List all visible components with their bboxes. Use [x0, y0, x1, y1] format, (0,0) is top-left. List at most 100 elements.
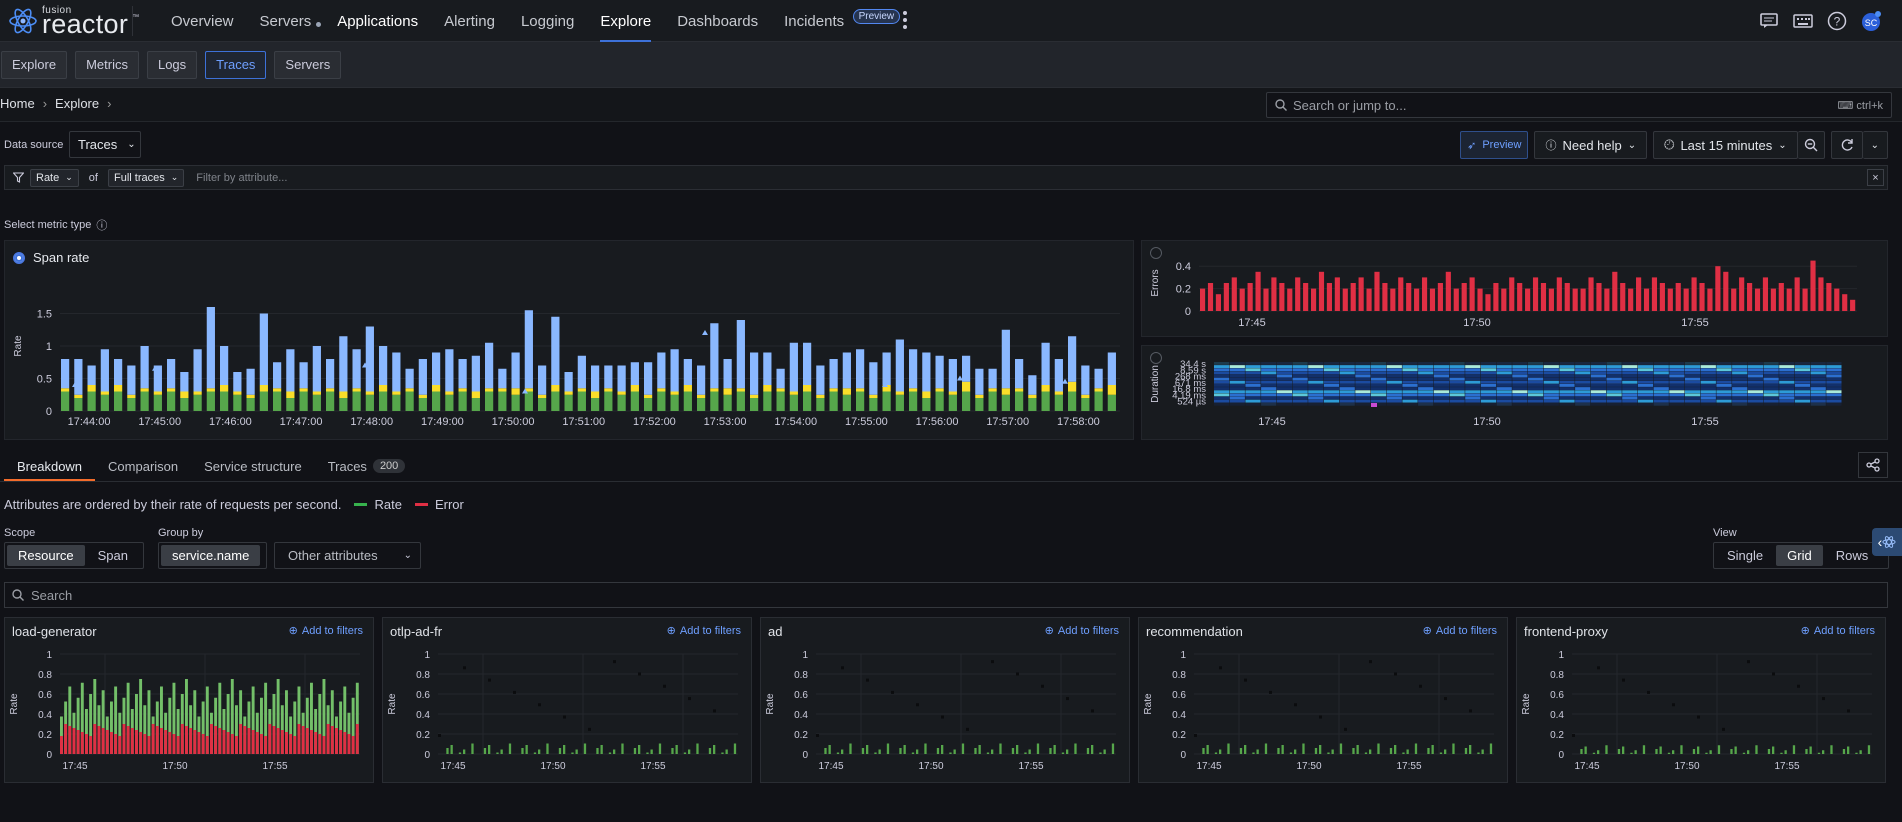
nav-overview[interactable]: Overview: [158, 0, 247, 42]
logo[interactable]: fusion reactor ™: [8, 4, 139, 39]
bar: [74, 394, 83, 398]
datasource-select[interactable]: Traces ⌄: [69, 131, 141, 158]
help-icon[interactable]: ?: [1826, 10, 1848, 32]
service-card-otlp-ad-fr[interactable]: otlp-ad-fr ⊕ Add to filters 0 0.2 0.4 0.6 0.8 1 R…: [382, 617, 752, 783]
add-to-filters-button[interactable]: ⊕ Add to filters: [1801, 624, 1875, 638]
nav-dashboards[interactable]: Dashboards: [664, 0, 771, 42]
bar: [1675, 283, 1681, 311]
service-card-ad[interactable]: ad ⊕ Add to filters 0 0.2 0.4 0.6 0.8 1 Rate 17:45…: [760, 617, 1130, 783]
bar: [289, 734, 293, 754]
tab-service-structure[interactable]: Service structure: [191, 452, 315, 480]
heatmap-cell: [1323, 399, 1340, 403]
zoom-out-button[interactable]: [1797, 131, 1825, 159]
metric-select[interactable]: Rate ⌄: [30, 168, 79, 187]
side-panel-toggle[interactable]: ‹: [1872, 528, 1902, 556]
group-by-service-name[interactable]: service.name: [161, 545, 261, 566]
span-rate-radio[interactable]: Span rate: [13, 250, 89, 265]
service-card-title: frontend-proxy: [1524, 624, 1608, 639]
bar: [829, 359, 838, 389]
view-grid[interactable]: Grid: [1776, 545, 1823, 566]
add-to-filters-button[interactable]: ⊕ Add to filters: [1045, 624, 1119, 638]
x-tick-label: 17:48:00: [350, 416, 393, 428]
subnav-servers[interactable]: Servers: [274, 50, 342, 79]
heatmap-cell: [1480, 390, 1497, 394]
close-icon[interactable]: ×: [1867, 169, 1884, 186]
x-tick-label: 17:55: [262, 761, 287, 772]
bar: [521, 748, 524, 754]
errors-panel[interactable]: 0 0.2 0.4 Errors 17:45 17:50 17:55: [1141, 240, 1888, 337]
tab-breakdown[interactable]: Breakdown: [4, 452, 96, 482]
bar: [280, 730, 284, 754]
bar: [591, 391, 600, 398]
bar: [1421, 277, 1428, 311]
grid-search-input[interactable]: Search: [4, 582, 1888, 608]
share-button[interactable]: [1858, 452, 1888, 478]
duration-panel[interactable]: 34.4 s 8.59 s 268 ms 671 ms 16.8 ms 4.19 ms 52…: [1141, 345, 1888, 440]
trace-scope-select[interactable]: Full traces ⌄: [107, 168, 185, 187]
nav-explore[interactable]: Explore: [587, 0, 664, 42]
service-card-frontend-proxy[interactable]: frontend-proxy ⊕ Add to filters 0 0.2 0.4 0.6 0…: [1516, 617, 1886, 783]
filter-input[interactable]: Filter by attribute...: [196, 172, 287, 184]
add-to-filters-button[interactable]: ⊕ Add to filters: [289, 624, 363, 638]
subnav-metrics[interactable]: Metrics: [75, 50, 139, 79]
nav-servers[interactable]: Servers: [247, 0, 325, 42]
preview-button[interactable]: ➶ Preview: [1460, 131, 1529, 159]
breadcrumb-explore[interactable]: Explore: [55, 96, 99, 111]
heatmap-cell: [1606, 384, 1622, 387]
heatmap-cell: [1229, 387, 1245, 390]
nav-logging[interactable]: Logging: [508, 0, 587, 42]
chat-icon[interactable]: [1758, 10, 1780, 32]
refresh-button[interactable]: [1830, 131, 1863, 159]
other-attributes-select[interactable]: Other attributes ⌄: [274, 542, 421, 569]
heatmap-cell: [1559, 396, 1575, 400]
bar: [193, 730, 197, 754]
heatmap-cell: [1653, 384, 1669, 387]
bar: [683, 752, 687, 754]
more-menu-icon[interactable]: [898, 9, 912, 31]
subnav-explore[interactable]: Explore: [1, 50, 68, 79]
bar: [856, 349, 865, 389]
heatmap-cell: [1700, 368, 1716, 372]
need-help-button[interactable]: ⓘ Need help ⌄: [1534, 131, 1648, 159]
avatar[interactable]: SC: [1860, 10, 1882, 32]
bar: [750, 394, 759, 398]
heatmap-cell: [1590, 380, 1606, 384]
time-range-picker[interactable]: 🕘︎ Last 15 minutes ⌄: [1653, 131, 1798, 159]
heatmap-cell: [1323, 374, 1340, 378]
tab-traces[interactable]: Traces 200: [315, 452, 419, 480]
bar: [1469, 745, 1472, 754]
service-card-load-generator[interactable]: load-generator ⊕ Add to filters 0 0.2 0.4 0.6 0…: [4, 617, 374, 783]
bar: [948, 394, 957, 411]
service-card-recommendation[interactable]: recommendation ⊕ Add to filters 0 0.2 0.4 0.6 0…: [1138, 617, 1508, 783]
radio-selected[interactable]: [13, 251, 25, 264]
heatmap-cell: [1339, 365, 1355, 368]
tab-comparison[interactable]: Comparison: [95, 452, 191, 480]
search-jump-input[interactable]: Search or jump to... ⌨ ctrl+k: [1266, 92, 1892, 118]
bar: [1111, 743, 1115, 754]
tab-count-badge: 200: [372, 459, 406, 473]
span-rate-panel[interactable]: Span rate 0 0.5 1 1.5 Rate 17:44:00 17:45:00 17…: [4, 240, 1134, 440]
heatmap-cell: [1323, 365, 1340, 368]
scope-span[interactable]: Span: [87, 545, 139, 566]
subnav-traces[interactable]: Traces: [205, 50, 267, 79]
heatmap-cell: [1512, 362, 1528, 365]
scope-resource[interactable]: Resource: [7, 545, 85, 566]
nav-alerting[interactable]: Alerting: [431, 0, 508, 42]
subnav-logs[interactable]: Logs: [146, 50, 198, 79]
bar: [1572, 288, 1578, 311]
nav-applications[interactable]: Applications: [324, 0, 431, 42]
heatmap-cell: [1433, 380, 1449, 384]
add-to-filters-button[interactable]: ⊕ Add to filters: [667, 624, 741, 638]
add-to-filters-button[interactable]: ⊕ Add to filters: [1423, 624, 1497, 638]
keyboard-icon[interactable]: [1792, 10, 1814, 32]
heatmap-cell: [1669, 368, 1685, 372]
heatmap-cell: [1700, 384, 1716, 387]
heatmap-cell: [1261, 368, 1277, 372]
breadcrumb-home[interactable]: Home: [0, 96, 35, 111]
heatmap-cell: [1826, 384, 1842, 387]
nav-incidents[interactable]: Incidents Preview: [771, 0, 901, 42]
x-tick-label: 17:50: [162, 761, 187, 772]
heatmap-cell: [1214, 368, 1230, 372]
refresh-interval-dropdown[interactable]: ⌄: [1862, 131, 1888, 159]
view-single[interactable]: Single: [1716, 545, 1774, 566]
